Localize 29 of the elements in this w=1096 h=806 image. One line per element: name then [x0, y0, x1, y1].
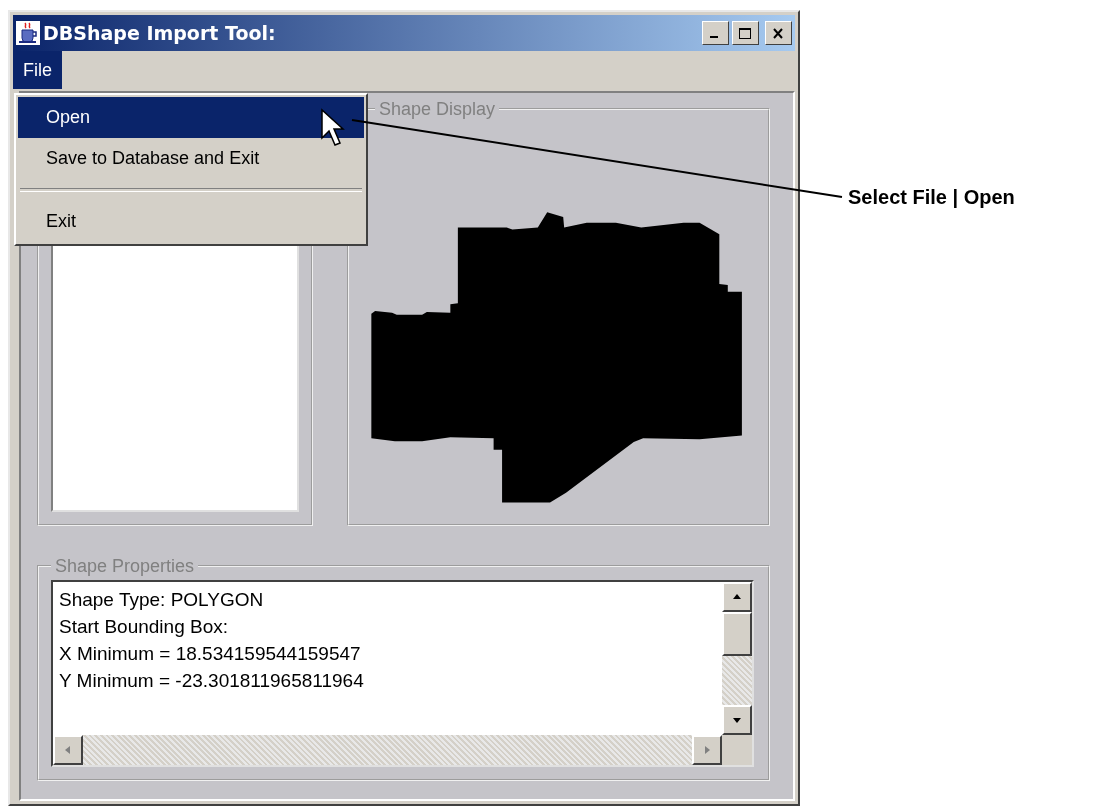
panel-title: Shape Properties — [54, 556, 196, 576]
annotation-label: Select File | Open — [848, 186, 1015, 209]
menu-item[interactable]: Exit — [18, 201, 364, 242]
maximize-icon — [738, 26, 753, 40]
window-title: DBShape Import Tool: — [43, 22, 277, 44]
scroll-up-button[interactable] — [722, 582, 752, 612]
minimize-icon — [709, 36, 718, 38]
scroll-left-button[interactable] — [53, 735, 83, 765]
scroll-down-button[interactable] — [722, 705, 752, 735]
scroll-thumb[interactable] — [722, 612, 752, 656]
cup-icon — [16, 21, 40, 45]
horizontal-scrollbar[interactable] — [53, 735, 722, 765]
text-line: Shape Type: POLYGON — [59, 588, 265, 612]
minimize-button[interactable] — [702, 21, 729, 45]
text-line: Start Bounding Box: — [59, 615, 229, 639]
text-line: X Minimum = 18.534159544159547 — [59, 642, 362, 666]
text-line: Y Minimum = -23.301811965811964 — [59, 669, 365, 693]
properties-text-area[interactable]: Shape Type: POLYGON Start Bounding Box: X Minimum = 18.534159544159547 Y Minimum = -23.301811965811964 — [51, 580, 754, 767]
menu-item[interactable]: Save to Database and Exit — [18, 138, 364, 179]
scroll-right-button[interactable] — [692, 735, 722, 765]
scrollbar-corner — [722, 735, 752, 765]
close-icon — [771, 26, 786, 40]
mouse-pointer-icon — [320, 108, 346, 148]
close-button[interactable] — [765, 21, 792, 45]
menu-item[interactable]: Open — [18, 97, 364, 138]
maximize-button[interactable] — [732, 21, 759, 45]
menu-title[interactable]: File — [13, 51, 62, 89]
vertical-scrollbar[interactable] — [722, 582, 752, 735]
panel-title: Shape Display — [378, 99, 497, 119]
